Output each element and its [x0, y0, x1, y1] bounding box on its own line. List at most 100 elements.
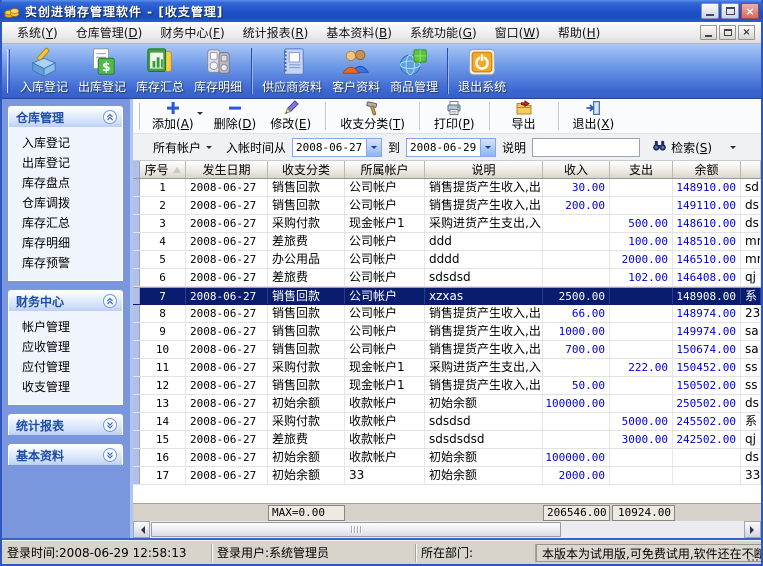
menu-item[interactable]: 基本资料(B)	[317, 22, 401, 43]
toolbar-button-exit-system[interactable]: 退出系统	[453, 45, 511, 97]
table-row[interactable]: 142008-06-27采购付款收款帐户sdsdsd5000.00245502.…	[133, 413, 761, 431]
mdi-minimize-button[interactable]	[700, 25, 717, 40]
table-row[interactable]: 132008-06-27初始余额收款帐户初始余额100000.00250502.…	[133, 395, 761, 413]
menu-item[interactable]: 仓库管理(D)	[67, 22, 152, 43]
toolbar-button-label: 客户资料	[332, 78, 380, 95]
search-dropdown-icon[interactable]	[730, 146, 736, 152]
cell-3: 公司帐户	[345, 341, 425, 358]
scroll-thumb[interactable]	[151, 522, 561, 537]
table-row[interactable]: 12008-06-27销售回款公司帐户销售提货产生收入,出30.00148910…	[133, 179, 761, 197]
action-button-export[interactable]: 导出	[497, 100, 551, 132]
header-cell-4[interactable]: 说明	[425, 161, 543, 178]
menu-item[interactable]: 系统功能(G)	[401, 22, 486, 43]
table-row[interactable]: 82008-06-27销售回款公司帐户销售提货产生收入,出66.00148974…	[133, 305, 761, 323]
table-row[interactable]: 112008-06-27采购付款现金帐户1采购进货产生支出,入222.00150…	[133, 359, 761, 377]
header-cell-1[interactable]: 发生日期	[186, 161, 268, 178]
scroll-left-button[interactable]	[133, 521, 150, 538]
cell-7: 148974.00	[673, 305, 741, 322]
menu-item[interactable]: 统计报表(R)	[234, 22, 318, 43]
mdi-restore-button[interactable]	[719, 25, 736, 40]
toolbar-button-inbound-register[interactable]: 入库登记	[15, 45, 73, 97]
description-input[interactable]	[532, 138, 640, 157]
menu-item[interactable]: 财务中心(F)	[151, 22, 233, 43]
action-button-delete[interactable]: 删除(D)	[207, 100, 264, 132]
cell-7: 150502.00	[673, 377, 741, 394]
toolbar-button-product-manage[interactable]: 商品管理	[385, 45, 443, 97]
table-row[interactable]: 62008-06-27差旅费公司帐户sdsdsd102.00146408.00q…	[133, 269, 761, 287]
table-row[interactable]: 102008-06-27销售回款公司帐户销售提货产生收入,出700.001506…	[133, 341, 761, 359]
maximize-button[interactable]	[721, 3, 739, 19]
title-bar[interactable]: 实创进销存管理软件 - [收支管理] ×	[0, 0, 763, 22]
table-row[interactable]: 32008-06-27采购付款现金帐户1采购进货产生支出,入500.001486…	[133, 215, 761, 233]
menu-item[interactable]: 系统(Y)	[8, 22, 67, 43]
minimize-button[interactable]	[701, 3, 719, 19]
sidebar-section-header[interactable]: 基本资料	[8, 444, 123, 465]
action-button-category[interactable]: 收支分类(T)	[333, 100, 412, 132]
table-row[interactable]: 52008-06-27办公用品公司帐户dddd2000.00146510.00m…	[133, 251, 761, 269]
sidebar-item[interactable]: 应付管理	[9, 357, 122, 377]
header-cell-0[interactable]: 序号	[140, 161, 186, 178]
sidebar-item[interactable]: 仓库调拨	[9, 193, 122, 213]
chevron-up-icon[interactable]	[103, 294, 117, 308]
sidebar-item[interactable]: 帐户管理	[9, 317, 122, 337]
sidebar-item[interactable]: 收支管理	[9, 377, 122, 397]
sidebar-item[interactable]: 库存明细	[9, 233, 122, 253]
toolbar-button-outbound-register[interactable]: $出库登记	[73, 45, 131, 97]
account-filter-dropdown[interactable]: 所有帐户	[153, 139, 212, 156]
header-cell-3[interactable]: 所属帐户	[345, 161, 425, 178]
chevron-up-icon[interactable]	[103, 110, 117, 124]
header-cell-5[interactable]: 收入	[543, 161, 610, 178]
action-toolbar-grip[interactable]	[137, 103, 140, 129]
header-cell-6[interactable]: 支出	[610, 161, 673, 178]
table-row[interactable]: 172008-06-27初始余额33初始余额2000.0033	[133, 467, 761, 485]
table-row[interactable]: 152008-06-27差旅费收款帐户sdsdsdsd3000.00242502…	[133, 431, 761, 449]
header-cell-7[interactable]: 余额	[673, 161, 741, 178]
table-row[interactable]: 42008-06-27差旅费公司帐户ddd100.00148510.00mm	[133, 233, 761, 251]
search-button[interactable]: 检索(S)	[648, 136, 716, 158]
sidebar-section-header[interactable]: 仓库管理	[8, 106, 123, 127]
toolbar-button-customer-info[interactable]: 客户资料	[327, 45, 385, 97]
action-button-edit[interactable]: 修改(E)	[263, 100, 318, 132]
resize-grip[interactable]	[756, 559, 758, 561]
scroll-right-button[interactable]	[744, 521, 761, 538]
date-from-dropdown-button[interactable]	[366, 139, 381, 156]
row-indicator	[133, 197, 140, 214]
sidebar-section-header[interactable]: 财务中心	[8, 290, 123, 311]
table-row[interactable]: 92008-06-27销售回款公司帐户销售提货产生收入,出1000.001499…	[133, 323, 761, 341]
toolbar-button-stock-summary[interactable]: 库存汇总	[131, 45, 189, 97]
header-cell-8[interactable]	[741, 161, 761, 178]
header-cell-2[interactable]: 收支分类	[268, 161, 345, 178]
chevron-down-icon[interactable]	[103, 418, 117, 432]
chevron-down-icon[interactable]	[103, 448, 117, 462]
toolbar-button-stock-detail[interactable]: 库存明细	[189, 45, 247, 97]
toolbar-button-label: 供应商资料	[262, 78, 322, 95]
sidebar-item[interactable]: 库存盘点	[9, 173, 122, 193]
sidebar-item[interactable]: 应收管理	[9, 337, 122, 357]
menu-item[interactable]: 窗口(W)	[486, 22, 549, 43]
sidebar-item[interactable]: 出库登记	[9, 153, 122, 173]
table-row[interactable]: 122008-06-27销售回款现金帐户1销售提货产生收入,出50.001505…	[133, 377, 761, 395]
mdi-close-button[interactable]: ×	[738, 25, 755, 40]
table-row[interactable]: 162008-06-27初始余额收款帐户初始余额100000.00ds	[133, 449, 761, 467]
date-to-combo[interactable]: 2008-06-29	[406, 138, 496, 157]
sidebar-item[interactable]: 入库登记	[9, 133, 122, 153]
table-row[interactable]: 22008-06-27销售回款公司帐户销售提货产生收入,出200.0014911…	[133, 197, 761, 215]
menu-item[interactable]: 帮助(H)	[549, 22, 609, 43]
sidebar-section-header[interactable]: 统计报表	[8, 414, 123, 435]
action-button-exit[interactable]: 退出(X)	[566, 100, 622, 132]
toolbar-button-supplier-info[interactable]: 供应商资料	[257, 45, 327, 97]
sidebar-item[interactable]: 库存预警	[9, 253, 122, 273]
date-from-combo[interactable]: 2008-06-27	[292, 138, 382, 157]
toolbar-grip[interactable]	[7, 49, 10, 93]
minus-icon	[227, 100, 243, 115]
cell-4: dddd	[425, 251, 543, 268]
close-button[interactable]: ×	[741, 3, 759, 19]
cell-6	[610, 305, 673, 322]
sidebar-item[interactable]: 库存汇总	[9, 213, 122, 233]
action-button-add[interactable]: 添加(A)	[145, 100, 201, 132]
date-to-dropdown-button[interactable]	[480, 139, 495, 156]
action-button-print[interactable]: 打印(P)	[427, 100, 482, 132]
table-row[interactable]: 72008-06-27销售回款公司帐户xzxas2500.00148908.00…	[133, 287, 761, 305]
cell-8: sd	[741, 179, 761, 196]
dropdown-arrow-icon[interactable]	[197, 100, 203, 132]
